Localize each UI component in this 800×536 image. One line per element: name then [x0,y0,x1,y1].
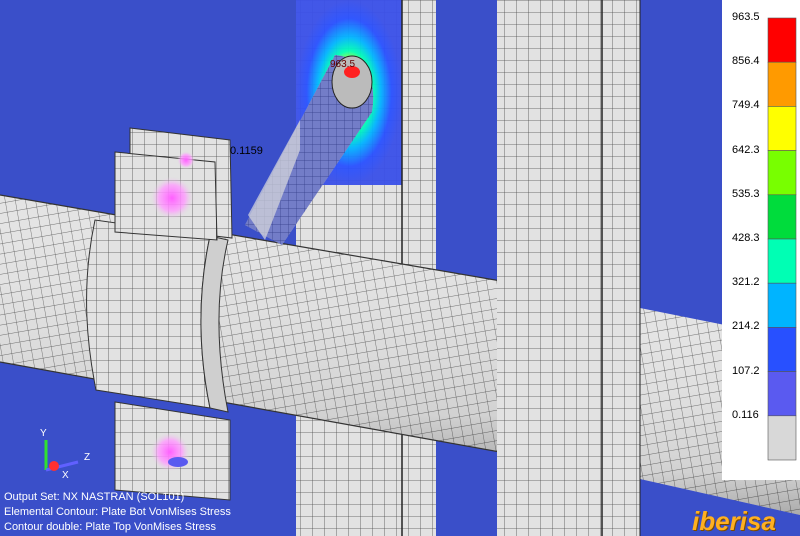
legend-value: 214.2 [732,320,760,333]
max-stress-label: 963.5 [330,59,356,70]
legend-swatch [767,150,797,196]
axis-y-label: Y [40,428,47,439]
legend-swatch [767,327,797,372]
legend-value: 107.2 [732,364,760,377]
legend-value: 428.3 [732,232,760,244]
axis-x-label: X [62,470,69,481]
legend-swatch [767,106,797,151]
legend-swatch [767,238,797,284]
legend-swatch [767,415,797,461]
contour-double-label: Contour double: Plate Top VonMises Stres… [4,521,216,533]
elemental-contour-label: Elemental Contour: Plate Bot VonMises St… [4,506,231,518]
legend-value: 0.116 [732,408,759,421]
legend-value: 535.3 [732,187,760,200]
legend-value: 642.3 [732,143,760,156]
vertical-column-right [497,0,641,536]
legend-value: 963.5 [732,11,760,23]
fe-model-scene [0,0,800,536]
legend-swatch [767,282,797,328]
legend-value: 856.4 [732,55,760,68]
fe-model-viewport[interactable]: 963.5 856.4 749.4 642.3 535.3 428.3 321.2 214.2… [0,0,800,536]
legend-value: 321.2 [732,276,760,289]
support-plate-upper [114,127,233,241]
brand-logo: iberisa [692,506,776,536]
legend-swatch [767,371,797,417]
legend-swatch [767,61,797,107]
min-stress-label: 0.1159 [230,145,263,157]
legend-swatch [767,17,797,63]
axis-z-label: Z [84,452,91,463]
legend-swatch [767,194,797,240]
legend-value: 749.4 [732,99,760,112]
output-set-label: Output Set: NX NASTRAN (SOL101) [4,491,185,503]
